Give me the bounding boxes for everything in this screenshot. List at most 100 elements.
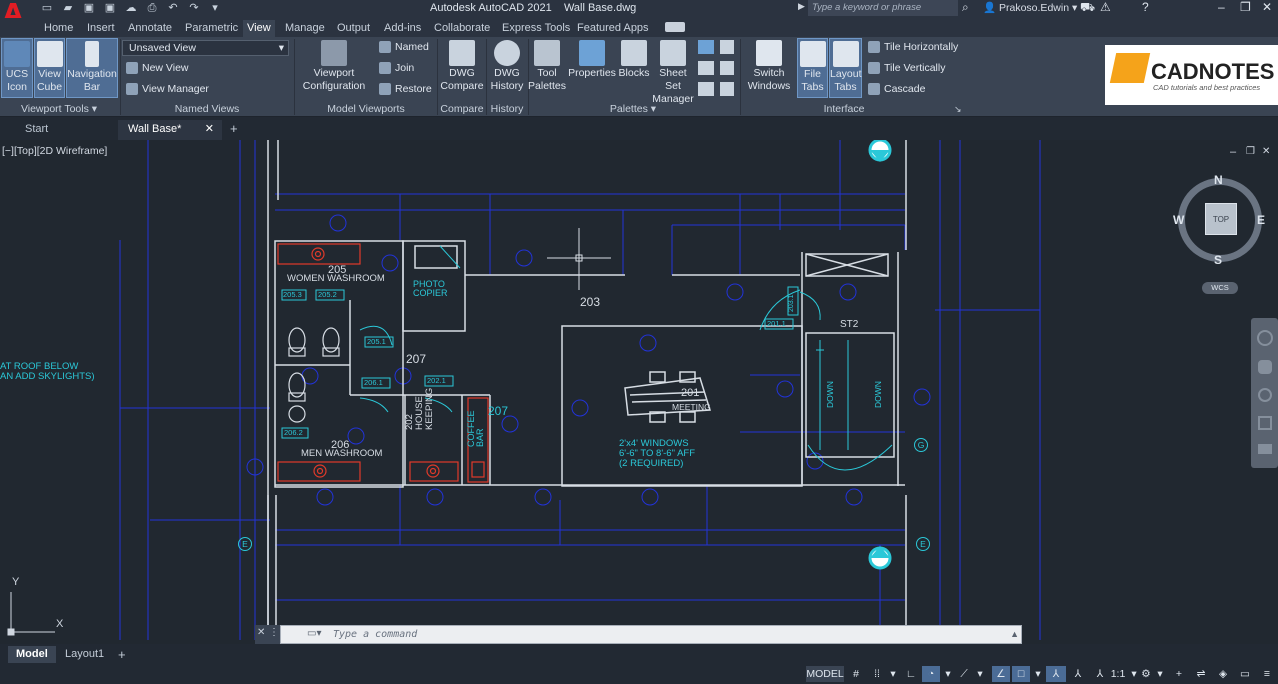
close-cmdline-icon[interactable]: ✕ (257, 627, 265, 638)
auto-scale-icon[interactable]: ⅄ (1068, 666, 1088, 682)
panel-viewport-tools[interactable]: Viewport Tools ▾ (0, 103, 118, 115)
view-cube-button[interactable]: View Cube (34, 38, 65, 98)
tile-horizontally-button[interactable]: Tile Horizontally (868, 41, 958, 53)
tab-manage[interactable]: Manage (281, 20, 329, 37)
tab-add-ins[interactable]: Add-ins (380, 20, 425, 37)
switch-windows-button[interactable]: Switch Windows (744, 38, 794, 98)
qat-menu-icon[interactable]: ▾ (208, 1, 222, 15)
view-manager-button[interactable]: View Manager (126, 83, 209, 95)
user-account[interactable]: 👤 Prakoso.Edwin ▾ (983, 1, 1077, 14)
palette-small-icon-6[interactable] (720, 82, 734, 96)
join-button[interactable]: Join (379, 62, 414, 74)
viewcube[interactable]: TOP (1178, 178, 1262, 262)
doc-tab-start[interactable]: Start (15, 120, 120, 140)
palette-small-icon-5[interactable] (720, 61, 734, 75)
save-icon[interactable]: ▣ (82, 1, 96, 15)
drawing-viewport[interactable]: [−][Top][2D Wireframe] – ❐ ✕ 205 WOMEN W… (0, 140, 1278, 644)
pan-icon[interactable] (1257, 360, 1272, 374)
add-layout-icon[interactable]: + (118, 647, 126, 662)
grip-icon[interactable]: ⋮ (269, 627, 279, 638)
steering-wheel-icon[interactable] (1256, 330, 1273, 346)
tab-featured-apps[interactable]: Featured Apps (573, 20, 653, 37)
units-icon[interactable]: ⇌ (1192, 666, 1210, 682)
snap-icon[interactable]: ⁞⁞ (868, 666, 886, 682)
annotation-visibility-icon[interactable]: ⅄ (1046, 666, 1066, 682)
compass-north[interactable]: N (1214, 173, 1223, 187)
undo-icon[interactable]: ↶ (166, 1, 180, 15)
grid-icon[interactable]: # (848, 666, 864, 682)
palette-small-icon-3[interactable] (698, 82, 714, 96)
object-snap-icon[interactable]: □ (1012, 666, 1030, 682)
new-view-button[interactable]: New View (126, 62, 189, 74)
file-tabs-button[interactable]: File Tabs (797, 38, 828, 98)
tab-view[interactable]: View (243, 20, 275, 37)
restore-button[interactable]: Restore (379, 83, 432, 95)
tab-express-tools[interactable]: Express Tools (498, 20, 574, 37)
dwg-history-button[interactable]: DWG History (488, 38, 526, 98)
polar-icon[interactable]: ◔ (922, 666, 940, 682)
sheet-set-manager-button[interactable]: Sheet Set Manager (651, 38, 695, 105)
polar-menu-icon[interactable]: ▾ (942, 666, 954, 682)
snap-menu-icon[interactable]: ▾ (887, 666, 899, 682)
object-snap-tracking-icon[interactable]: ∠ (992, 666, 1010, 682)
clean-screen-icon[interactable]: ▭ (1236, 666, 1254, 682)
workspace-menu-icon[interactable]: ▾ (1154, 666, 1166, 682)
viewport-configuration-button[interactable]: Viewport Configuration (300, 38, 368, 98)
annotation-scale-value[interactable]: 1:1 (1108, 666, 1128, 682)
save-as-icon[interactable]: ▣ (103, 1, 117, 15)
command-history-icon[interactable]: ▲ (1010, 629, 1019, 639)
dwg-compare-button[interactable]: DWG Compare (440, 38, 484, 98)
tab-collaborate[interactable]: Collaborate (430, 20, 494, 37)
cascade-button[interactable]: Cascade (868, 83, 925, 95)
zoom-icon[interactable] (1257, 388, 1272, 402)
restore-icon[interactable]: ❐ (1240, 0, 1251, 14)
palette-small-icon-2[interactable] (698, 61, 714, 75)
compass-south[interactable]: S (1214, 253, 1222, 267)
new-tab-icon[interactable]: + (230, 121, 238, 136)
dialog-launcher-icon[interactable]: ↘ (954, 104, 962, 115)
palette-small-icon-4[interactable] (720, 40, 734, 54)
viewcube-top-face[interactable]: TOP (1205, 203, 1237, 235)
workspace-gear-icon[interactable]: ⚙ (1138, 666, 1154, 682)
command-input[interactable]: Type a command (333, 629, 417, 640)
properties-button[interactable]: Properties (567, 38, 617, 98)
ortho-icon[interactable]: ∟ (903, 666, 919, 682)
isolate-objects-icon[interactable]: ◈ (1214, 666, 1232, 682)
navigation-bar-button[interactable]: Navigation Bar (66, 38, 118, 98)
ribbon-toggle-icon[interactable] (665, 22, 685, 32)
tab-layout1[interactable]: Layout1 (57, 646, 112, 663)
customization-icon[interactable]: ≡ (1258, 666, 1276, 682)
tab-parametric[interactable]: Parametric (181, 20, 242, 37)
close-icon[interactable]: ✕ (1262, 0, 1272, 14)
annotation-scale-icon[interactable]: ⅄ (1090, 666, 1110, 682)
search-icon[interactable]: ⌕ (962, 0, 969, 15)
cmdline-grip[interactable]: ✕ ⋮ (255, 625, 280, 644)
panel-palettes[interactable]: Palettes ▾ (528, 103, 738, 115)
tab-model[interactable]: Model (8, 646, 56, 663)
orbit-icon[interactable] (1257, 416, 1272, 430)
recent-commands-icon[interactable]: ▭▾ (307, 628, 321, 639)
minimize-icon[interactable]: – (1218, 0, 1225, 14)
tab-output[interactable]: Output (333, 20, 374, 37)
help-icon[interactable]: ? (1142, 0, 1149, 14)
redo-icon[interactable]: ↷ (187, 1, 201, 15)
named-view-dropdown[interactable]: Unsaved View ▾ (122, 40, 289, 56)
doc-tab-wall-base[interactable]: Wall Base* ✕ (118, 120, 222, 140)
model-space-button[interactable]: MODEL (806, 666, 844, 682)
command-line[interactable]: ▭▾ Type a command ▲ (280, 625, 1022, 644)
showmotion-icon[interactable] (1257, 444, 1272, 454)
compass-east[interactable]: E (1257, 213, 1265, 227)
tab-annotate[interactable]: Annotate (124, 20, 176, 37)
layout-tabs-button[interactable]: Layout Tabs (829, 38, 862, 98)
blocks-button[interactable]: Blocks (617, 38, 651, 98)
isodraft-menu-icon[interactable]: ▾ (974, 666, 986, 682)
help-search-input[interactable]: Type a keyword or phrase (808, 0, 958, 16)
isodraft-icon[interactable]: ⟋ (956, 666, 972, 682)
ucs-icon-button[interactable]: UCS Icon (1, 38, 33, 98)
new-file-icon[interactable]: ▭ (40, 1, 54, 15)
close-tab-icon[interactable]: ✕ (205, 122, 214, 135)
cloud-icon[interactable]: ☁ (124, 1, 138, 15)
named-viewports-button[interactable]: Named (379, 41, 429, 53)
autodesk-app-icon[interactable]: ⚠ (1100, 0, 1111, 14)
compass-west[interactable]: W (1173, 213, 1184, 227)
